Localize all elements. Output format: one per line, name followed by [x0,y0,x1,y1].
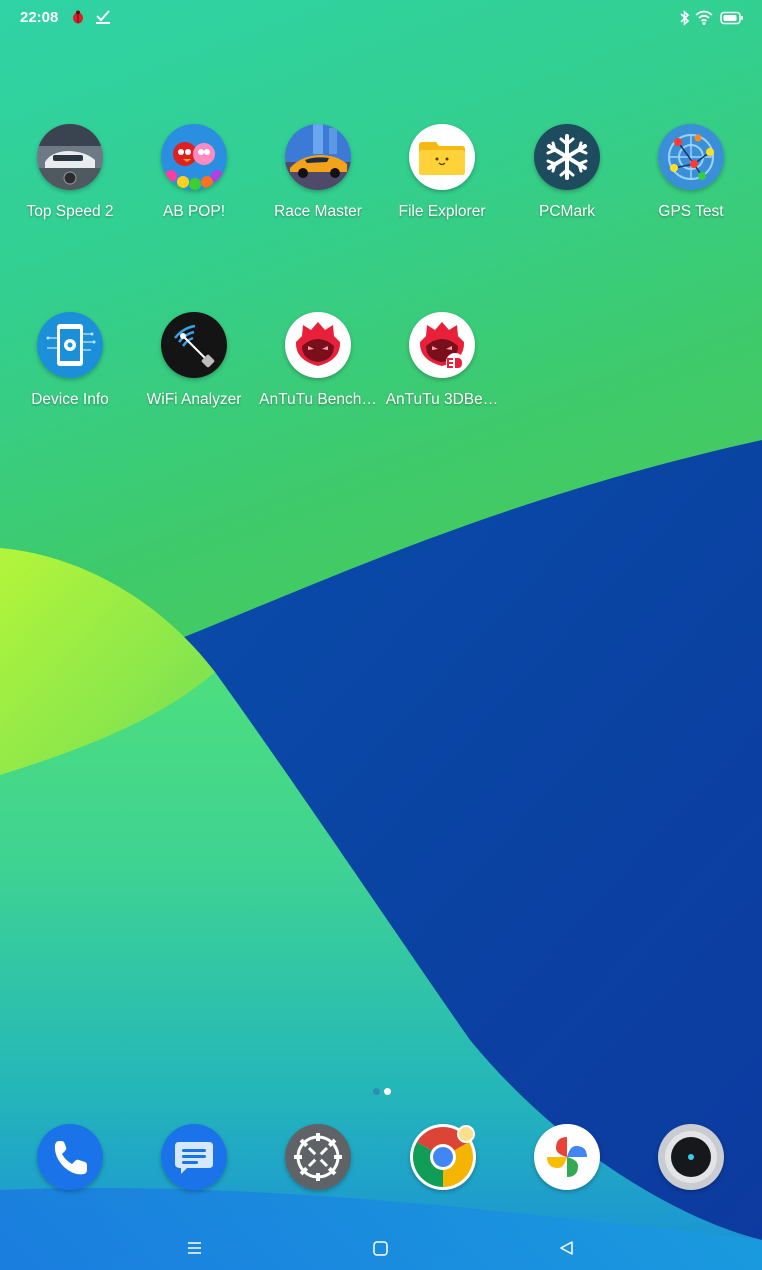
app-label: AnTuTu Bench… [259,391,377,408]
messages-icon [161,1124,227,1190]
app-label: PCMark [539,203,595,220]
antutu-3d-icon [409,312,475,378]
app-file-explorer[interactable]: File Explorer [380,124,504,244]
dock-messages[interactable] [161,1124,227,1190]
battery-icon [720,10,744,30]
phone-gear-icon [37,312,103,378]
app-pcmark[interactable]: PCMark [505,124,629,244]
page-dot-1[interactable] [373,1088,380,1095]
app-race-master[interactable]: Race Master [256,124,380,244]
app-device-info[interactable]: Device Info [8,312,132,432]
app-label: Race Master [274,203,362,220]
app-label: GPS Test [658,203,724,220]
antutu-icon [285,312,351,378]
photos-icon [534,1124,600,1190]
navigation-bar [0,1225,762,1270]
bug-icon [70,9,86,29]
settings-icon [285,1124,351,1190]
bluetooth-icon [679,10,691,30]
page-dot-2-active[interactable] [384,1088,391,1095]
page-indicator [371,1082,393,1100]
back-icon[interactable] [553,1235,579,1261]
app-top-speed-2[interactable]: Top Speed 2 [8,124,132,244]
phone-icon [37,1124,103,1190]
app-wifi-analyzer[interactable]: WiFi Analyzer [132,312,256,432]
app-label: Top Speed 2 [26,203,114,220]
app-label: AnTuTu 3DBe… [385,391,499,408]
dock-chrome[interactable] [410,1124,476,1190]
angry-birds-icon [161,124,227,190]
status-bar: 22:08 [0,0,762,36]
app-ab-pop[interactable]: AB POP! [132,124,256,244]
dock-phone[interactable] [37,1124,103,1190]
snowflake-icon [534,124,600,190]
dock-photos[interactable] [534,1124,600,1190]
home-icon[interactable] [367,1235,393,1261]
folder-icon [409,124,475,190]
menu-icon[interactable] [181,1235,207,1261]
task-check-icon [95,9,111,29]
chrome-icon [410,1124,476,1190]
wifi-radar-icon [161,312,227,378]
car-game-icon [37,124,103,190]
dock-settings[interactable] [285,1124,351,1190]
gps-network-icon [658,124,724,190]
app-label: File Explorer [398,203,486,220]
camera-icon [658,1124,724,1190]
race-car-icon [285,124,351,190]
app-label: WiFi Analyzer [146,391,242,408]
app-antutu-benchmark[interactable]: AnTuTu Bench… [256,312,380,432]
status-time: 22:08 [20,9,59,26]
app-antutu-3dbench[interactable]: AnTuTu 3DBe… [380,312,504,432]
app-label: AB POP! [162,203,226,220]
app-label: Device Info [31,391,109,408]
dock-camera[interactable] [658,1124,724,1190]
wifi-icon [695,10,713,30]
app-gps-test[interactable]: GPS Test [629,124,753,244]
